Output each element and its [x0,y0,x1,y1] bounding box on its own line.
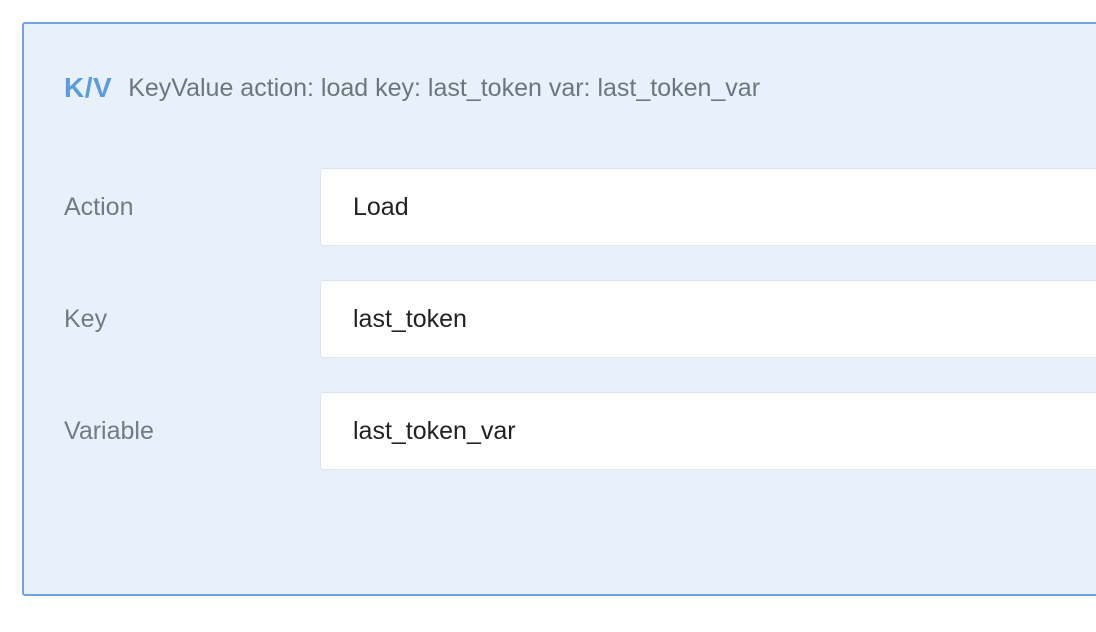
variable-label: Variable [64,417,154,445]
key-label: Key [64,305,108,333]
variable-field[interactable]: last_token_var [320,392,1096,470]
key-row: Key last_token [24,280,1096,358]
step-summary: KeyValue action: load key: last_token va… [128,73,761,102]
action-field[interactable]: Load [320,168,1096,246]
step-header: K/V KeyValue action: load key: last_toke… [64,70,760,106]
action-row: Action Load [24,168,1096,246]
key-field[interactable]: last_token [320,280,1096,358]
keyvalue-step-panel[interactable]: K/V KeyValue action: load key: last_toke… [22,22,1096,596]
variable-row: Variable last_token_var [24,392,1096,470]
action-label: Action [64,193,134,221]
kv-badge: K/V [64,72,113,103]
